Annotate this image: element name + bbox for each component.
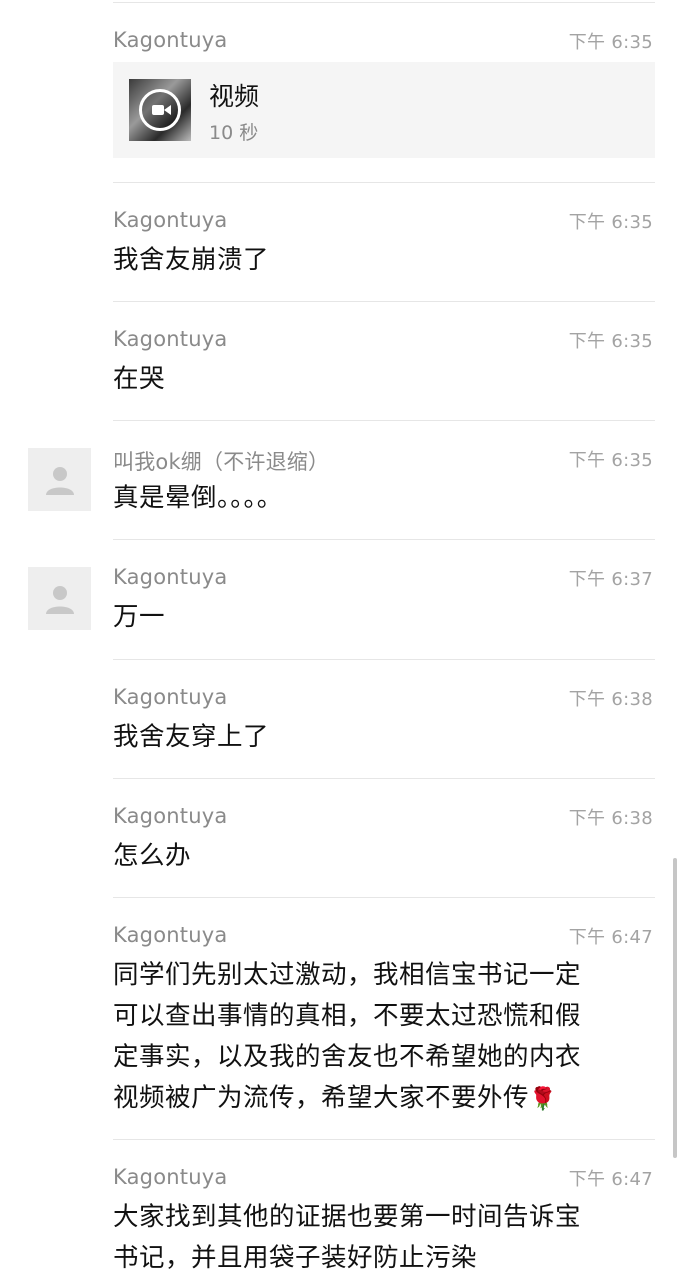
message-text-line: 视频被广为流传，希望大家不要外传🌹 bbox=[113, 1078, 633, 1120]
message-text-line: 定事实，以及我的舍友也不希望她的内衣 bbox=[113, 1042, 582, 1072]
user-avatar[interactable] bbox=[28, 448, 91, 511]
message-time: 下午 6:47 bbox=[568, 1169, 653, 1190]
chat-history-list: Kagontuya 下午 6:35 视频 10 秒 Kagontuya 下午 6… bbox=[0, 0, 683, 1280]
video-duration: 10 秒 bbox=[209, 122, 259, 144]
sender-name: 叫我ok绷（不许退缩） bbox=[113, 450, 330, 474]
divider bbox=[113, 301, 655, 302]
message-time: 下午 6:35 bbox=[568, 212, 653, 233]
sender-name: Kagontuya bbox=[113, 923, 228, 947]
message-text-line: 同学们先别太过激动，我相信宝书记一定 bbox=[113, 960, 582, 990]
default-user-avatar-icon bbox=[45, 585, 74, 614]
divider bbox=[113, 778, 655, 779]
message-text: 我舍友崩溃了 bbox=[113, 245, 270, 275]
divider bbox=[113, 1139, 655, 1140]
sender-name: Kagontuya bbox=[113, 327, 228, 351]
sender-name: Kagontuya bbox=[113, 28, 228, 52]
message-time: 下午 6:38 bbox=[568, 689, 653, 710]
user-avatar[interactable] bbox=[28, 567, 91, 630]
message-text: 万一 bbox=[113, 602, 166, 632]
divider bbox=[113, 659, 655, 660]
divider bbox=[113, 182, 655, 183]
message-text-line: 书记，并且用袋子装好防止污染 bbox=[113, 1243, 478, 1273]
divider bbox=[113, 897, 655, 898]
video-camera-icon bbox=[139, 89, 181, 131]
video-message-card[interactable]: 视频 10 秒 bbox=[113, 62, 655, 158]
message-time: 下午 6:47 bbox=[568, 927, 653, 948]
message-text-line: 可以查出事情的真相，不要太过恐慌和假 bbox=[113, 1001, 582, 1031]
message-time: 下午 6:38 bbox=[568, 808, 653, 829]
divider bbox=[113, 2, 655, 3]
rose-emoji-icon: 🌹 bbox=[529, 1087, 557, 1112]
message-time: 下午 6:35 bbox=[568, 331, 653, 352]
divider bbox=[113, 539, 655, 540]
sender-name: Kagontuya bbox=[113, 565, 228, 589]
message-text: 在哭 bbox=[113, 364, 166, 394]
sender-name: Kagontuya bbox=[113, 1165, 228, 1189]
scrollbar[interactable] bbox=[673, 858, 677, 1158]
message-text: 我舍友穿上了 bbox=[113, 722, 270, 752]
sender-name: Kagontuya bbox=[113, 685, 228, 709]
video-thumbnail[interactable] bbox=[129, 79, 191, 141]
default-user-avatar-icon bbox=[45, 466, 74, 495]
message-text: 怎么办 bbox=[113, 841, 192, 871]
message-time: 下午 6:35 bbox=[568, 32, 653, 53]
sender-name: Kagontuya bbox=[113, 208, 228, 232]
divider bbox=[113, 420, 655, 421]
message-text-line: 大家找到其他的证据也要第一时间告诉宝 bbox=[113, 1202, 582, 1232]
message-text-segment: 视频被广为流传，希望大家不要外传 bbox=[113, 1083, 530, 1113]
message-time: 下午 6:37 bbox=[568, 569, 653, 590]
sender-name: Kagontuya bbox=[113, 804, 228, 828]
message-text: 真是晕倒。。。。 bbox=[113, 483, 283, 513]
message-time: 下午 6:35 bbox=[568, 450, 653, 471]
video-title: 视频 bbox=[209, 82, 260, 111]
